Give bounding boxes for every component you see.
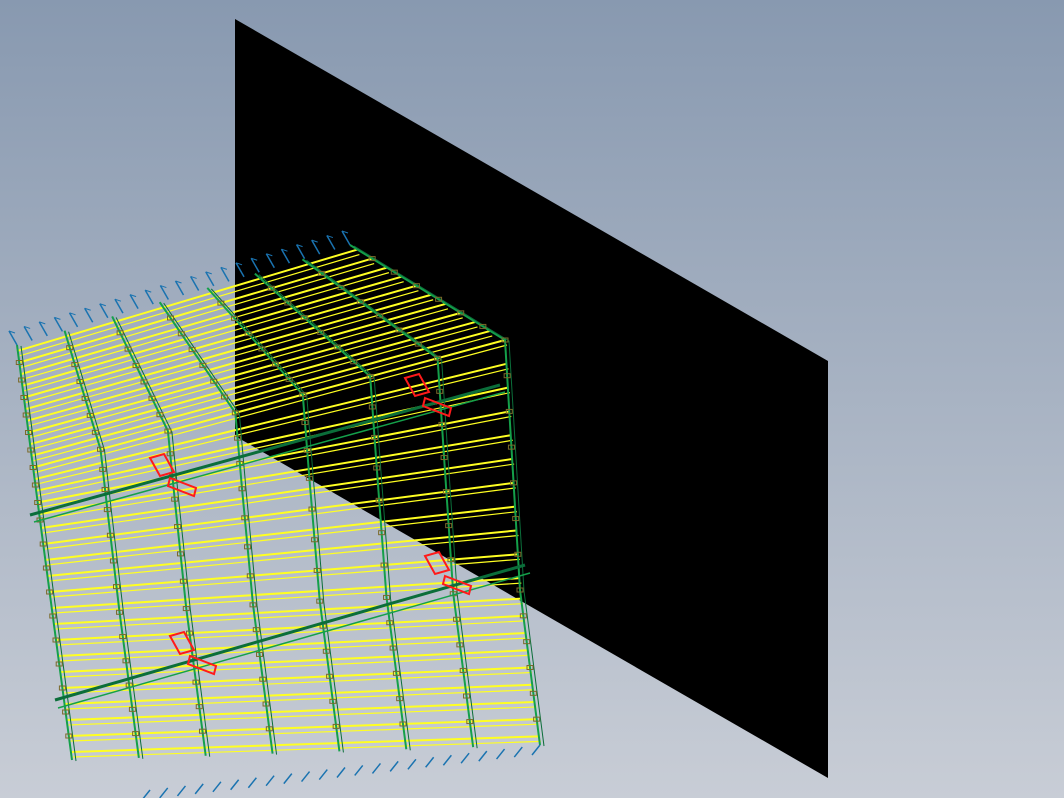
3d-scene[interactable]: [0, 0, 1064, 798]
cad-viewport[interactable]: [0, 0, 1064, 798]
